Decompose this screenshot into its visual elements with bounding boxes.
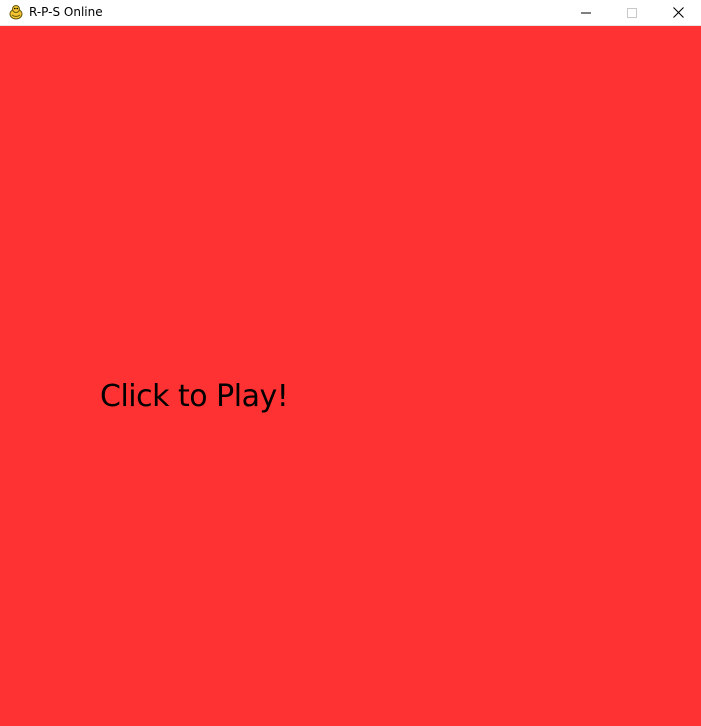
- game-canvas[interactable]: Click to Play!: [0, 26, 701, 726]
- app-window: R-P-S Online Click to Play!: [0, 0, 701, 726]
- close-button[interactable]: [655, 0, 701, 25]
- window-title: R-P-S Online: [29, 5, 103, 19]
- maximize-icon: [627, 7, 637, 18]
- minimize-icon: [581, 12, 591, 13]
- minimize-button[interactable]: [563, 0, 609, 25]
- title-bar[interactable]: R-P-S Online: [0, 0, 701, 26]
- close-icon: [672, 7, 684, 18]
- maximize-button[interactable]: [609, 0, 655, 25]
- pygame-snake-icon: [8, 4, 24, 20]
- click-to-play-text[interactable]: Click to Play!: [100, 379, 289, 414]
